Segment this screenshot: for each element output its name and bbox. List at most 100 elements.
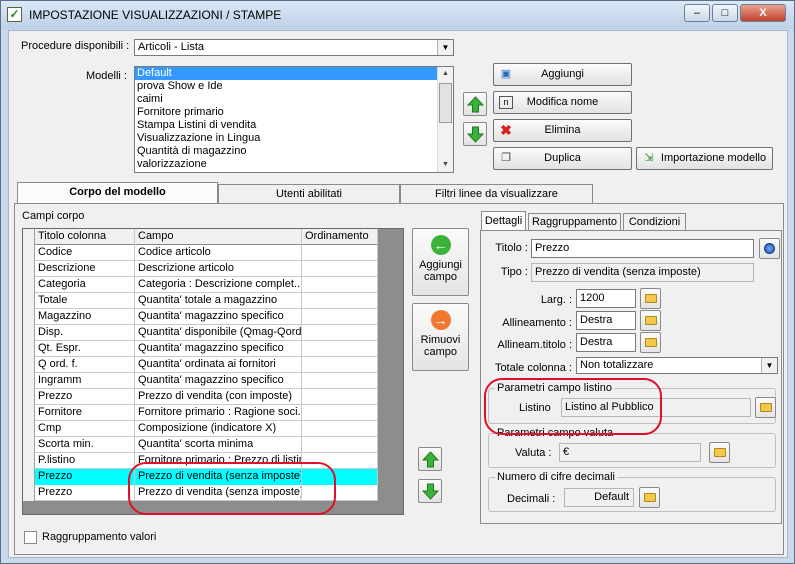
rimuovi-campo-button[interactable]: → Rimuovi campo (412, 303, 469, 371)
allineam-titolo-input[interactable]: Destra (576, 333, 636, 352)
row-header[interactable] (23, 373, 35, 389)
table-cell[interactable]: Qt. Espr. (35, 341, 135, 357)
list-item[interactable]: Fornitore primario (135, 106, 453, 119)
row-header[interactable] (23, 309, 35, 325)
table-cell[interactable]: Fornitore (35, 405, 135, 421)
table-cell[interactable]: P.listino (35, 453, 135, 469)
table-cell[interactable]: Magazzino (35, 309, 135, 325)
folder-icon[interactable] (640, 310, 661, 331)
scroll-down-icon[interactable]: ▼ (438, 158, 453, 172)
table-cell[interactable]: Quantita' disponibile (Qmag-Qord) (135, 325, 302, 341)
table-cell[interactable]: Descrizione articolo (135, 261, 302, 277)
move-model-down-button[interactable] (463, 122, 487, 146)
table-cell[interactable]: Descrizione (35, 261, 135, 277)
table-row[interactable]: Categoria Categoria : Descrizione complet… (23, 277, 378, 293)
table-cell[interactable]: Cmp (35, 421, 135, 437)
table-cell[interactable]: Quantita' totale a magazzino (135, 293, 302, 309)
row-header[interactable] (23, 405, 35, 421)
list-item[interactable]: Default (135, 67, 453, 80)
table-cell[interactable] (302, 341, 378, 357)
folder-icon[interactable] (639, 487, 660, 508)
folder-icon[interactable] (709, 442, 730, 463)
tab-corpo[interactable]: Corpo del modello (17, 182, 218, 204)
table-cell[interactable]: Fornitore primario : Ragione soci... (135, 405, 302, 421)
move-field-up-button[interactable] (418, 447, 442, 471)
table-row[interactable]: Ingramm Quantita' magazzino specifico (23, 373, 378, 389)
allineamento-input[interactable]: Destra (576, 311, 636, 330)
row-header[interactable] (23, 293, 35, 309)
list-item[interactable]: Visualizzazione in Lingua (135, 132, 453, 145)
folder-icon[interactable] (640, 332, 661, 353)
row-header[interactable] (23, 389, 35, 405)
row-header[interactable] (23, 277, 35, 293)
table-cell[interactable] (302, 421, 378, 437)
table-cell[interactable]: Totale (35, 293, 135, 309)
table-cell[interactable]: Prezzo (35, 469, 135, 485)
table-cell[interactable]: Ingramm (35, 373, 135, 389)
row-header[interactable] (23, 437, 35, 453)
tab-filtri[interactable]: Filtri linee da visualizzare (400, 184, 593, 204)
row-header[interactable] (23, 357, 35, 373)
table-cell[interactable]: Quantita' scorta minima (135, 437, 302, 453)
duplica-button[interactable]: ❐ Duplica (493, 147, 632, 170)
table-cell[interactable]: Categoria (35, 277, 135, 293)
row-header[interactable] (23, 245, 35, 261)
chevron-down-icon[interactable]: ▼ (437, 40, 453, 55)
table-cell[interactable] (302, 405, 378, 421)
row-header[interactable] (23, 261, 35, 277)
table-cell[interactable]: Categoria : Descrizione complet... (135, 277, 302, 293)
table-cell[interactable]: Quantita' magazzino specifico (135, 309, 302, 325)
table-cell[interactable] (302, 293, 378, 309)
table-row[interactable]: Fornitore Fornitore primario : Ragione so… (23, 405, 378, 421)
table-cell[interactable] (302, 389, 378, 405)
larg-input[interactable]: 1200 (576, 289, 636, 308)
totale-select[interactable]: Non totalizzare ▼ (576, 357, 778, 374)
table-cell[interactable]: Codice articolo (135, 245, 302, 261)
list-item[interactable]: prova Show e Ide (135, 80, 453, 93)
maximize-button[interactable]: □ (712, 4, 738, 22)
table-cell[interactable] (302, 373, 378, 389)
minimize-button[interactable]: – (684, 4, 710, 22)
table-cell[interactable]: Quantita' magazzino specifico (135, 373, 302, 389)
table-cell[interactable]: Quantita' magazzino specifico (135, 341, 302, 357)
folder-icon[interactable] (640, 288, 661, 309)
importazione-button[interactable]: ⇲ Importazione modello (636, 147, 773, 170)
tab-condizioni[interactable]: Condizioni (623, 213, 686, 230)
table-row[interactable]: Totale Quantita' totale a magazzino (23, 293, 378, 309)
row-header[interactable] (23, 453, 35, 469)
raggruppamento-checkbox[interactable] (24, 531, 37, 544)
table-cell[interactable]: Quantita' ordinata ai fornitori (135, 357, 302, 373)
table-row[interactable]: Cmp Composizione (indicatore X) (23, 421, 378, 437)
column-header[interactable]: Titolo colonna (35, 229, 135, 245)
move-field-down-button[interactable] (418, 479, 442, 503)
scroll-up-icon[interactable]: ▲ (438, 67, 453, 81)
procedure-select[interactable]: Articoli - Lista ▼ (134, 39, 454, 56)
globe-icon[interactable] (759, 238, 780, 259)
modelli-list[interactable]: Default prova Show e Ide caimi Fornitore… (134, 66, 454, 173)
modifica-nome-button[interactable]: n Modifica nome (493, 91, 632, 114)
aggiungi-button[interactable]: ▣ Aggiungi (493, 63, 632, 86)
table-cell[interactable] (302, 357, 378, 373)
table-row[interactable]: Scorta min. Quantita' scorta minima (23, 437, 378, 453)
titolo-input[interactable]: Prezzo (531, 239, 754, 258)
column-header[interactable]: Ordinamento (302, 229, 378, 245)
tab-raggruppamento[interactable]: Raggruppamento (528, 213, 621, 230)
list-item[interactable]: valorizzazione (135, 158, 453, 171)
table-row[interactable]: Magazzino Quantita' magazzino specifico (23, 309, 378, 325)
table-cell[interactable]: Codice (35, 245, 135, 261)
row-header[interactable] (23, 485, 35, 501)
table-cell[interactable]: Composizione (indicatore X) (135, 421, 302, 437)
list-item[interactable]: Stampa Listini di vendita (135, 119, 453, 132)
modelli-scrollbar[interactable]: ▲ ▼ (437, 67, 453, 172)
tab-utenti[interactable]: Utenti abilitati (218, 184, 400, 204)
close-button[interactable]: X (740, 4, 786, 22)
tab-dettagli[interactable]: Dettagli (481, 211, 526, 230)
list-item[interactable]: Quantità di magazzino (135, 145, 453, 158)
table-cell[interactable]: Scorta min. (35, 437, 135, 453)
scroll-thumb[interactable] (439, 83, 452, 123)
table-row[interactable]: Q ord. f. Quantita' ordinata ai fornitori (23, 357, 378, 373)
column-header[interactable]: Campo (135, 229, 302, 245)
table-row[interactable]: Qt. Espr. Quantita' magazzino specifico (23, 341, 378, 357)
table-cell[interactable] (302, 261, 378, 277)
row-header[interactable] (23, 341, 35, 357)
